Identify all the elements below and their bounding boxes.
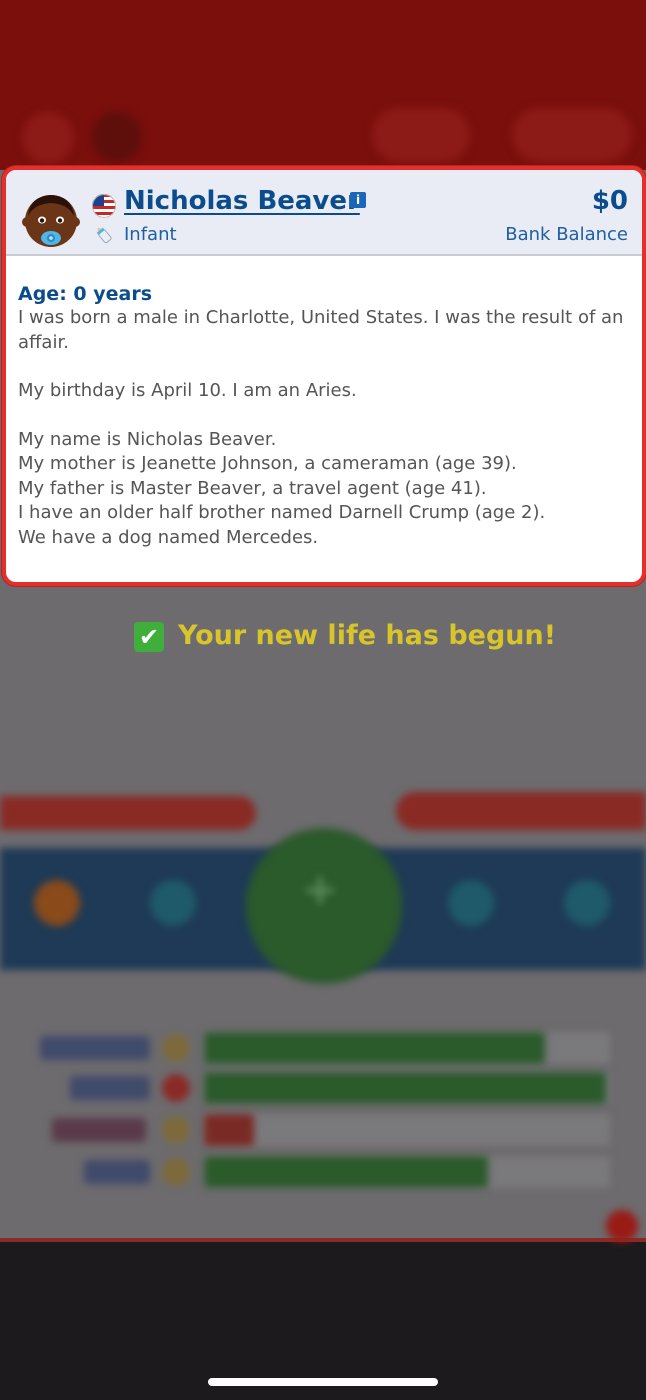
stat-bar-happiness [204, 1032, 545, 1064]
stat-bar-smarts [204, 1114, 254, 1146]
activities-icon [564, 880, 610, 926]
happiness-emoji-icon [162, 1034, 190, 1062]
background-ribbon-left [0, 796, 256, 830]
bio-line: My birthday is April 10. I am an Aries. [18, 380, 357, 401]
topbar-button-right [512, 108, 632, 162]
baby-avatar-icon [22, 195, 80, 247]
us-flag-icon [92, 194, 116, 218]
occupation-icon [34, 880, 80, 926]
character-name-link[interactable]: Nicholas Beaver [124, 186, 360, 216]
topbar-button-left [372, 108, 470, 162]
info-icon[interactable]: i [350, 192, 366, 208]
stat-track [204, 1114, 610, 1146]
life-stage-label: Infant [124, 224, 177, 245]
app-logo-icon [92, 112, 142, 162]
background-ribbon-right [396, 792, 646, 830]
bio-line: We have a dog named Mercedes. [18, 526, 319, 548]
age-plus-icon: + [301, 864, 339, 915]
bio-line: affair. [18, 331, 69, 353]
bio-line: My name is Nicholas Beaver. [18, 428, 277, 450]
home-indicator[interactable] [208, 1378, 438, 1386]
stat-bar-health [204, 1072, 606, 1104]
heart-icon [162, 1074, 190, 1102]
toast-message: Your new life has begun! [178, 620, 557, 651]
baby-bottle-icon [96, 227, 112, 244]
stat-label-looks [84, 1160, 150, 1184]
profile-header: Nicholas Beaver i Infant $0 Bank Balance [6, 170, 642, 256]
bio-line: My mother is Jeanette Johnson, a cameram… [18, 453, 517, 474]
bio-line: My father is Master Beaver, a travel age… [18, 477, 487, 499]
notification-badge [606, 1210, 638, 1242]
looks-emoji-icon [162, 1158, 190, 1186]
app-logo-text [152, 116, 292, 156]
smarts-emoji-icon [162, 1116, 190, 1144]
stat-label-health [70, 1076, 150, 1100]
bio-line: I have an older half brother named Darne… [18, 502, 546, 523]
menu-button [22, 112, 74, 164]
assets-icon [150, 880, 196, 926]
stat-bar-looks [204, 1156, 488, 1188]
stat-label-happiness [40, 1036, 150, 1060]
age-heading: Age: 0 years [18, 283, 153, 305]
bio-text: Age: 0 years I was born a male in Charlo… [18, 282, 630, 550]
bank-balance-label: Bank Balance [505, 224, 628, 245]
bio-line: I was born a male in Charlotte, United S… [18, 307, 624, 328]
checkmark-icon: ✔ [134, 622, 164, 652]
stat-label-smarts [52, 1118, 146, 1142]
bank-balance-amount: $0 [591, 186, 628, 216]
relationships-icon [448, 880, 494, 926]
profile-card[interactable]: Nicholas Beaver i Infant $0 Bank Balance… [2, 166, 646, 586]
background-bottom-area [0, 1242, 646, 1400]
